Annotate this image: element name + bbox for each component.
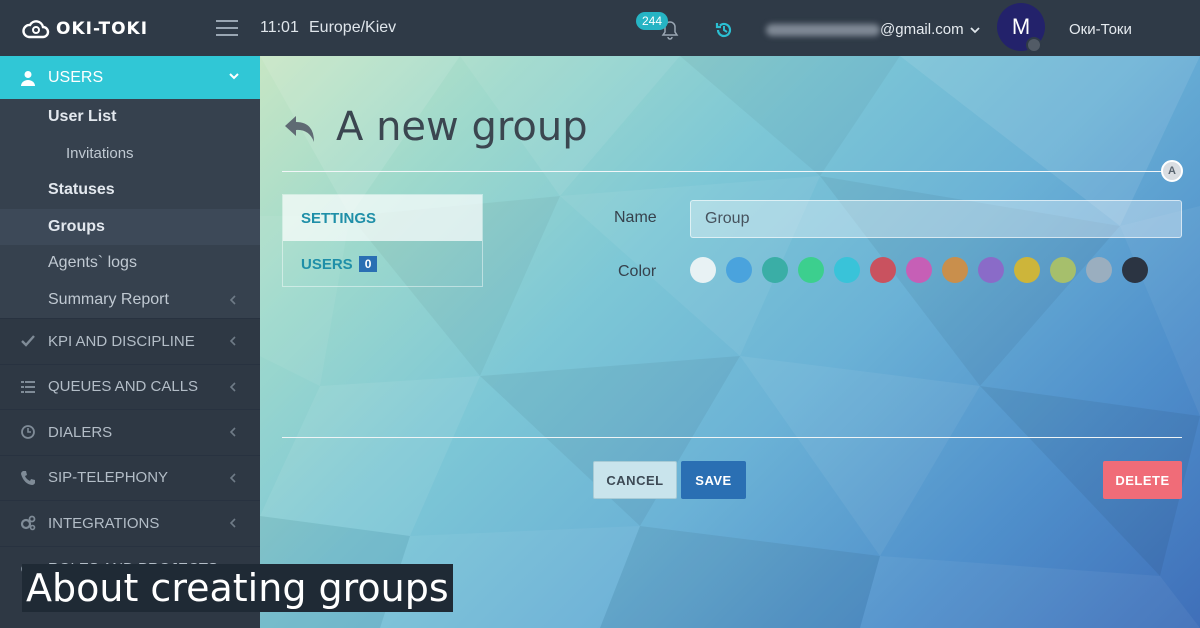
color-swatch[interactable] bbox=[726, 257, 752, 283]
chevron-down-icon bbox=[969, 26, 980, 33]
scroll-anchor-badge[interactable]: A bbox=[1161, 160, 1183, 182]
sidebar-item-summary-report[interactable]: Summary Report bbox=[0, 282, 260, 319]
color-swatch[interactable] bbox=[870, 257, 896, 283]
tab-list: SETTINGS USERS 0 bbox=[282, 194, 483, 287]
color-swatch[interactable] bbox=[690, 257, 716, 283]
user-icon bbox=[21, 70, 35, 86]
menu-toggle-icon[interactable] bbox=[216, 20, 238, 36]
sidebar-submenu: User List Invitations Statuses Groups Ag… bbox=[0, 99, 260, 318]
chevron-left-icon bbox=[229, 336, 236, 346]
clock-icon bbox=[21, 425, 35, 440]
sidebar-item-label: INTEGRATIONS bbox=[48, 514, 160, 532]
account-email-dropdown[interactable]: @gmail.com bbox=[766, 21, 980, 38]
tab-label: SETTINGS bbox=[301, 209, 377, 227]
tab-label: USERS bbox=[301, 255, 353, 273]
phone-icon bbox=[21, 470, 35, 485]
form-divider bbox=[282, 437, 1182, 438]
sidebar-item-dialers[interactable]: DIALERS bbox=[0, 409, 260, 455]
sidebar-item-label: Statuses bbox=[48, 181, 115, 199]
email-domain: @gmail.com bbox=[880, 21, 964, 38]
sidebar-item-label: DIALERS bbox=[48, 423, 113, 441]
chevron-left-icon bbox=[229, 518, 236, 528]
save-button[interactable]: SAVE bbox=[681, 461, 746, 499]
cancel-button[interactable]: CANCEL bbox=[593, 461, 677, 499]
sidebar-item-label: Summary Report bbox=[48, 290, 169, 308]
back-arrow-icon[interactable] bbox=[282, 112, 318, 146]
color-swatch[interactable] bbox=[834, 257, 860, 283]
delete-button[interactable]: DELETE bbox=[1103, 461, 1182, 499]
check-icon bbox=[21, 335, 35, 347]
logo[interactable]: OKI-TOKI bbox=[22, 16, 148, 42]
sidebar-section-users[interactable]: USERS bbox=[0, 56, 260, 99]
status-dot bbox=[1026, 37, 1042, 53]
color-swatch[interactable] bbox=[978, 257, 1004, 283]
cloud-logo-icon bbox=[22, 20, 50, 39]
color-swatch[interactable] bbox=[1086, 257, 1112, 283]
list-icon bbox=[21, 380, 35, 393]
chevron-left-icon bbox=[229, 381, 236, 392]
sidebar-item-agents-logs[interactable]: Agents` logs bbox=[0, 245, 260, 282]
color-swatch[interactable] bbox=[906, 257, 932, 283]
sidebar-item-label: KPI AND DISCIPLINE bbox=[48, 332, 195, 350]
sidebar-item-sip-telephony[interactable]: SIP-TELEPHONY bbox=[0, 454, 260, 501]
sidebar-item-label: User List bbox=[48, 108, 117, 126]
sidebar-item-groups[interactable]: Groups bbox=[0, 208, 260, 245]
sidebar-item-integrations[interactable]: INTEGRATIONS bbox=[0, 500, 260, 546]
chevron-left-icon bbox=[229, 427, 236, 437]
sidebar-item-kpi[interactable]: KPI AND DISCIPLINE bbox=[0, 318, 260, 364]
page-title: A new group bbox=[336, 104, 588, 150]
color-swatch[interactable] bbox=[1050, 257, 1076, 283]
color-swatch[interactable] bbox=[1014, 257, 1040, 283]
gears-icon bbox=[20, 515, 36, 531]
sidebar-item-queues[interactable]: QUEUES AND CALLS bbox=[0, 363, 260, 410]
title-divider bbox=[282, 171, 1172, 172]
color-swatch[interactable] bbox=[762, 257, 788, 283]
company-name[interactable]: Оки-Токи bbox=[1069, 21, 1132, 38]
chevron-down-icon bbox=[229, 73, 239, 80]
sidebar-item-user-list[interactable]: User List bbox=[0, 99, 260, 136]
sidebar-item-label: Agents` logs bbox=[48, 254, 137, 272]
top-bar: OKI-TOKI 11:01 Europe/Kiev 244 @gmail.co… bbox=[0, 0, 1200, 56]
sidebar-item-label: SIP-TELEPHONY bbox=[48, 469, 169, 487]
sidebar-item-label: QUEUES AND CALLS bbox=[48, 378, 199, 396]
sidebar-section-label: USERS bbox=[48, 68, 104, 86]
notification-badge: 244 bbox=[636, 12, 669, 30]
color-swatch[interactable] bbox=[1122, 257, 1148, 283]
chevron-left-icon bbox=[229, 472, 236, 483]
name-label: Name bbox=[614, 209, 657, 226]
sidebar-item-statuses[interactable]: Statuses bbox=[0, 172, 260, 209]
tab-settings[interactable]: SETTINGS bbox=[283, 195, 482, 241]
history-icon[interactable] bbox=[714, 20, 734, 40]
users-count-badge: 0 bbox=[358, 256, 378, 272]
timezone: Europe/Kiev bbox=[309, 19, 397, 36]
sidebar: USERS User List Invitations Statuses Gro… bbox=[0, 56, 260, 628]
clock: 11:01 bbox=[260, 19, 299, 36]
tab-users[interactable]: USERS 0 bbox=[283, 241, 482, 287]
color-palette bbox=[690, 257, 1148, 283]
sidebar-item-label: Invitations bbox=[66, 145, 134, 163]
color-label: Color bbox=[618, 263, 657, 280]
color-swatch[interactable] bbox=[942, 257, 968, 283]
sidebar-item-invitations[interactable]: Invitations bbox=[0, 136, 260, 173]
chevron-left-icon bbox=[229, 294, 236, 305]
color-swatch[interactable] bbox=[798, 257, 824, 283]
redacted-email-user bbox=[766, 23, 880, 36]
logo-text: OKI-TOKI bbox=[56, 19, 149, 39]
video-caption: About creating groups bbox=[22, 564, 453, 612]
sidebar-item-label: Groups bbox=[48, 217, 105, 235]
group-name-input[interactable] bbox=[690, 200, 1182, 238]
